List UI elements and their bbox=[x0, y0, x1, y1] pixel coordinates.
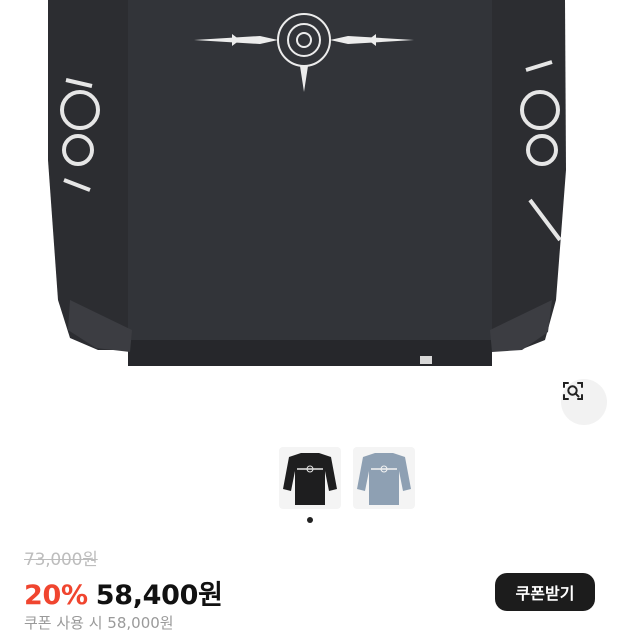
thumbnail-list bbox=[0, 447, 620, 509]
pager-dot-active[interactable] bbox=[307, 517, 313, 523]
thumbnail-blue[interactable] bbox=[353, 447, 415, 509]
coupon-button[interactable]: 쿠폰받기 bbox=[495, 573, 595, 611]
product-image bbox=[0, 0, 620, 430]
blue-sweatshirt-thumb bbox=[353, 447, 415, 509]
coupon-price-note: 쿠폰 사용 시 58,000원 bbox=[24, 614, 174, 632]
price-row: 20% 58,400원 bbox=[24, 573, 223, 611]
final-price: 58,400원 bbox=[95, 580, 223, 611]
lens-search-icon bbox=[563, 382, 583, 400]
image-search-button[interactable] bbox=[561, 379, 607, 425]
image-pager bbox=[0, 517, 620, 525]
sweatshirt-illustration bbox=[48, 0, 566, 366]
thumbnail-black[interactable] bbox=[279, 447, 341, 509]
black-sweatshirt-thumb bbox=[279, 447, 341, 509]
original-price: 73,000원 bbox=[24, 550, 98, 570]
discount-rate: 20% bbox=[24, 580, 88, 611]
